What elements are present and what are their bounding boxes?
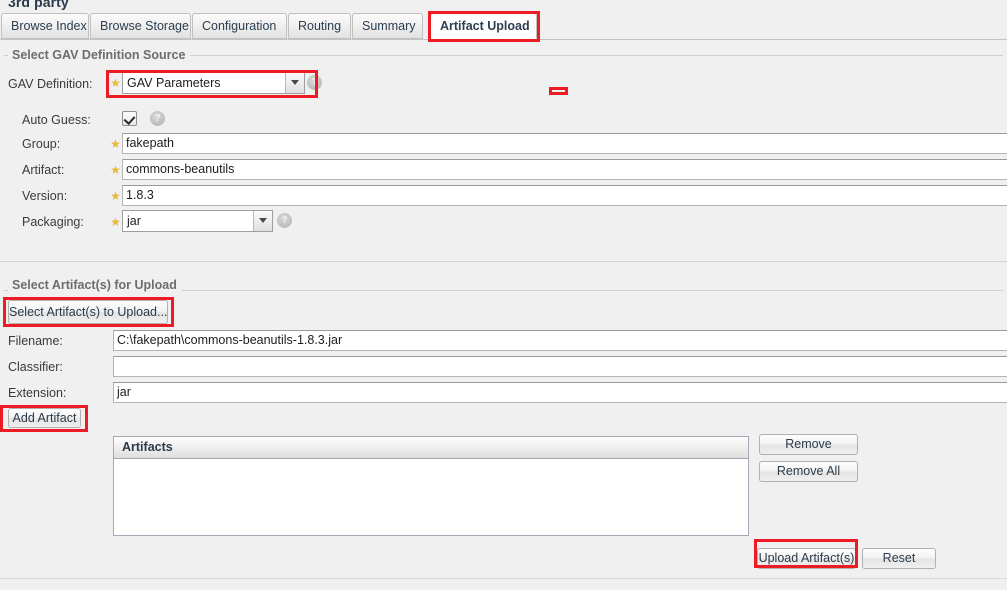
artifact-input[interactable]: commons-beanutils: [122, 159, 1007, 180]
artifact-upload-page: 3rd party Browse Index Browse Storage Co…: [0, 0, 1007, 590]
gav-definition-label: GAV Definition:: [8, 77, 93, 91]
version-input[interactable]: 1.8.3: [122, 185, 1007, 206]
artifacts-grid-body[interactable]: [114, 460, 748, 535]
tab-summary[interactable]: Summary: [352, 13, 423, 39]
tab-browse-storage[interactable]: Browse Storage: [90, 13, 191, 39]
reset-button[interactable]: Reset: [862, 548, 936, 569]
version-label: Version:: [22, 189, 68, 203]
tab-routing[interactable]: Routing: [288, 13, 351, 39]
annotation-small-marker: [549, 87, 568, 95]
chevron-down-icon[interactable]: [253, 211, 272, 231]
page-title: 3rd party: [8, 0, 69, 10]
tab-configuration[interactable]: Configuration: [192, 13, 287, 39]
chevron-down-icon[interactable]: [285, 73, 304, 93]
tab-browse-index[interactable]: Browse Index: [1, 13, 89, 39]
classifier-label: Classifier:: [8, 360, 63, 374]
remove-all-button[interactable]: Remove All: [759, 461, 858, 482]
auto-guess-checkbox[interactable]: [122, 111, 137, 126]
packaging-select[interactable]: jar: [122, 210, 273, 232]
filename-label: Filename:: [8, 334, 63, 348]
auto-guess-help-icon[interactable]: ?: [150, 111, 165, 126]
classifier-input[interactable]: [113, 356, 1007, 377]
group-input[interactable]: fakepath: [122, 133, 1007, 154]
footer-divider: [0, 578, 1007, 579]
tab-bar: Browse Index Browse Storage Configuratio…: [0, 13, 1007, 40]
gav-fieldset-legend: Select GAV Definition Source: [8, 48, 191, 62]
group-required-star: ★: [110, 137, 121, 151]
artifact-label: Artifact:: [22, 163, 65, 177]
gav-fieldset-bottom: [0, 261, 1007, 262]
artifact-required-star: ★: [110, 163, 121, 177]
gav-definition-select[interactable]: GAV Parameters: [122, 72, 305, 94]
select-artifacts-to-upload-button[interactable]: Select Artifact(s) to Upload...: [8, 300, 168, 324]
group-label: Group:: [22, 137, 61, 151]
packaging-help-icon[interactable]: ?: [277, 213, 292, 228]
version-required-star: ★: [110, 189, 121, 203]
upload-artifacts-button[interactable]: Upload Artifact(s): [757, 548, 856, 569]
packaging-label: Packaging:: [22, 215, 84, 229]
packaging-required-star: ★: [110, 215, 121, 229]
filename-input[interactable]: C:\fakepath\commons-beanutils-1.8.3.jar: [113, 330, 1007, 351]
extension-label: Extension:: [8, 386, 67, 400]
auto-guess-label: Auto Guess:: [22, 113, 91, 127]
packaging-select-value: jar: [127, 214, 141, 228]
tab-artifact-upload[interactable]: Artifact Upload: [430, 13, 537, 39]
artifact-fieldset-legend: Select Artifact(s) for Upload: [8, 278, 182, 292]
gav-definition-help-icon[interactable]: ?: [307, 75, 322, 90]
gav-definition-select-value: GAV Parameters: [127, 76, 221, 90]
gav-definition-required-star: ★: [110, 76, 121, 90]
artifacts-grid[interactable]: Artifacts: [113, 436, 749, 536]
add-artifact-button[interactable]: Add Artifact: [8, 408, 81, 428]
remove-button[interactable]: Remove: [759, 434, 858, 455]
tab-bar-underline: [0, 39, 1007, 40]
artifacts-grid-header: Artifacts: [114, 437, 748, 459]
extension-input[interactable]: jar: [113, 382, 1007, 403]
